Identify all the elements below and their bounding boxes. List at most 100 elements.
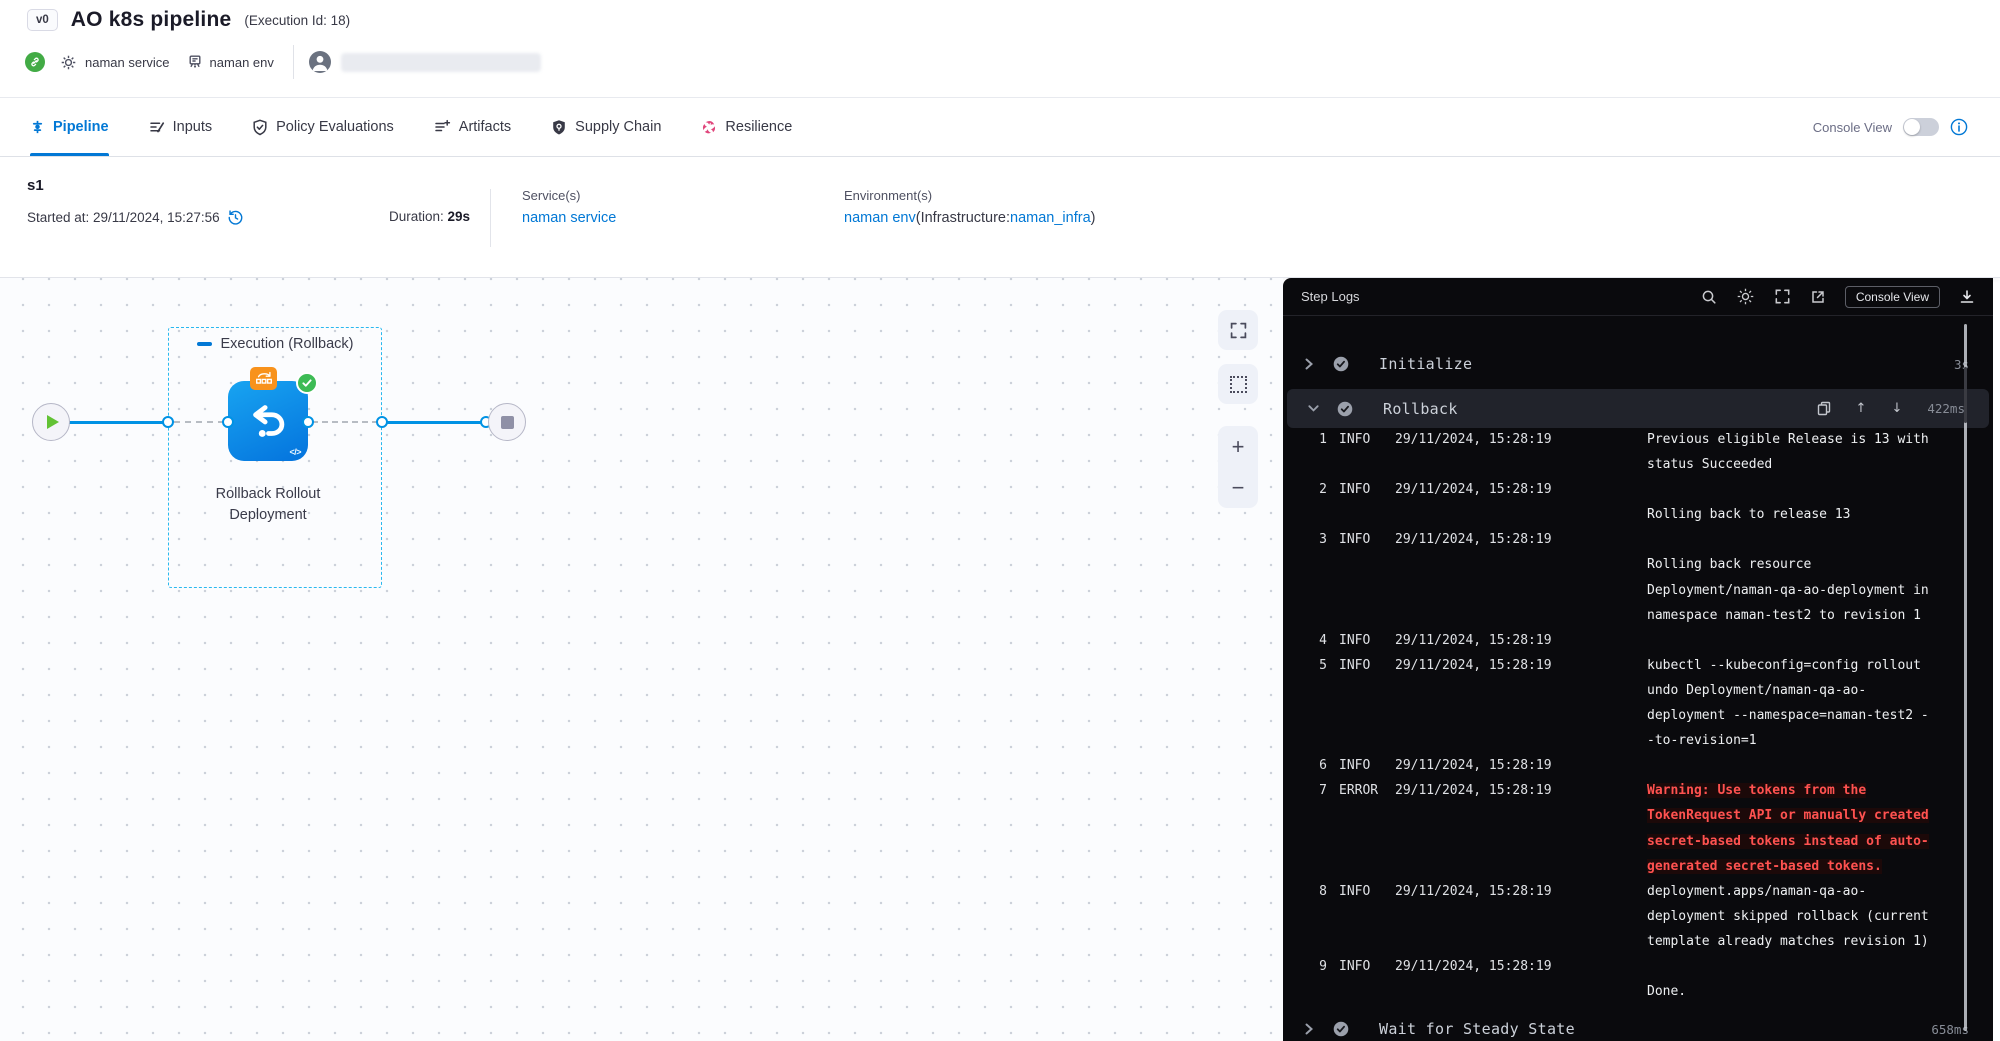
rollback-step-node[interactable]: </> [228, 381, 308, 461]
pipeline-canvas[interactable]: Execution (Rollback) </> Rollbac [0, 278, 1283, 1041]
chevron-right-icon[interactable] [1303, 1022, 1317, 1036]
step-name: Initialize [1379, 355, 1472, 373]
tab-label: Supply Chain [575, 119, 661, 135]
connection-point[interactable] [162, 416, 174, 428]
log-row: 4INFO29/11/2024, 15:28:19 [1283, 633, 1993, 658]
tab-supply-chain[interactable]: Supply Chain [551, 98, 661, 156]
code-glyph: </> [289, 447, 301, 457]
user-avatar-icon [309, 51, 331, 73]
stop-icon [501, 416, 514, 429]
header-environment-name[interactable]: naman env [210, 55, 274, 70]
tab-label: Pipeline [53, 119, 109, 135]
tab-label: Artifacts [459, 119, 511, 135]
pipeline-end-node[interactable] [488, 403, 526, 441]
policy-shield-icon [252, 119, 268, 136]
log-row: Rolling back to release 13 [1283, 507, 1993, 532]
connection-point[interactable] [302, 416, 314, 428]
group-label: Execution (Rollback) [221, 336, 354, 352]
check-circle-icon [1337, 401, 1353, 417]
settings-gear-icon[interactable] [1736, 287, 1755, 306]
tab-label: Inputs [173, 119, 213, 135]
fullscreen-icon [1229, 321, 1248, 340]
log-row: undo Deployment/naman-qa-ao- [1283, 683, 1993, 708]
log-row: 2INFO29/11/2024, 15:28:19 [1283, 482, 1993, 507]
tab-label: Resilience [725, 119, 792, 135]
log-step-wait-for-steady-state[interactable]: Wait for Steady State 658ms [1283, 1009, 1993, 1041]
rollout-badge-icon [250, 367, 277, 390]
log-row: namespace naman-test2 to revision 1 [1283, 608, 1993, 633]
marquee-select-icon [1230, 376, 1247, 393]
canvas-fullscreen-button[interactable] [1218, 310, 1258, 350]
service-link[interactable]: naman service [522, 210, 616, 226]
log-row: generated secret-based tokens. [1283, 859, 1993, 884]
log-panel-header: Step Logs Console View [1283, 278, 1993, 316]
external-link-icon[interactable] [1810, 289, 1826, 305]
log-row: -to-revision=1 [1283, 733, 1993, 758]
header-service-name[interactable]: naman service [85, 55, 170, 70]
group-label-row: Execution (Rollback) [168, 336, 382, 352]
log-row: status Succeeded [1283, 457, 1993, 482]
search-icon[interactable] [1701, 289, 1717, 305]
log-panel-title: Step Logs [1301, 289, 1360, 304]
duration: Duration: 29s [389, 209, 470, 224]
log-step-rollback[interactable]: Rollback ↑ ↓ 422ms [1287, 389, 1989, 428]
history-icon[interactable] [227, 209, 244, 226]
play-icon [47, 415, 59, 429]
log-row: 3INFO29/11/2024, 15:28:19 [1283, 532, 1993, 557]
canvas-zoom-controls: + − [1218, 426, 1258, 508]
stage-summary-bar: s1 Started at: 29/11/2024, 15:27:56 Dura… [0, 157, 2000, 278]
log-row: Rolling back resource [1283, 557, 1993, 582]
tab-resilience[interactable]: Resilience [701, 98, 792, 156]
log-row: secret-based tokens instead of auto- [1283, 834, 1993, 859]
pipeline-link-icon [25, 52, 45, 72]
tab-inputs[interactable]: Inputs [149, 98, 213, 156]
tab-label: Policy Evaluations [276, 119, 394, 135]
console-view-label: Console View [1813, 120, 1892, 135]
log-row: 1INFO29/11/2024, 15:28:19Previous eligib… [1283, 432, 1993, 457]
collapse-group-button[interactable] [197, 342, 212, 346]
console-view-toggle[interactable] [1903, 118, 1939, 136]
pipeline-start-node[interactable] [32, 403, 70, 441]
connection-point[interactable] [376, 416, 388, 428]
zoom-out-button[interactable]: − [1232, 478, 1245, 498]
service-gear-icon [60, 54, 77, 71]
chevron-right-icon[interactable] [1303, 357, 1317, 371]
infrastructure-prefix: (Infrastructure: [916, 210, 1010, 226]
download-icon[interactable] [1959, 289, 1975, 305]
scroll-to-bottom-icon[interactable]: ↓ [1891, 401, 1902, 416]
log-row: template already matches revision 1) [1283, 934, 1993, 959]
console-view-button[interactable]: Console View [1845, 286, 1940, 308]
check-circle-icon [1333, 356, 1349, 372]
log-row: TokenRequest API or manually created [1283, 808, 1993, 833]
environment-icon [187, 54, 203, 70]
tab-pipeline[interactable]: Pipeline [30, 98, 109, 156]
expand-fullscreen-icon[interactable] [1774, 288, 1791, 305]
started-at: Started at: 29/11/2024, 15:27:56 [27, 210, 220, 225]
step-name: Rollback [1383, 400, 1458, 418]
tab-artifacts[interactable]: Artifacts [434, 98, 511, 156]
infrastructure-link[interactable]: naman_infra [1010, 210, 1091, 226]
step-name: Wait for Steady State [1379, 1020, 1575, 1038]
scroll-to-top-icon[interactable]: ↑ [1856, 401, 1867, 416]
connector-line [386, 421, 490, 424]
log-scrollbar-track[interactable] [1964, 324, 1967, 1031]
environments-label: Environment(s) [844, 188, 1095, 203]
tab-policy-evaluations[interactable]: Policy Evaluations [252, 98, 394, 156]
header-divider [293, 45, 294, 79]
log-scrollbar-thumb[interactable] [1964, 367, 1967, 423]
pipeline-icon [30, 119, 45, 135]
resilience-icon [701, 119, 717, 135]
log-step-initialize[interactable]: Initialize 3s [1283, 344, 1993, 384]
chevron-down-icon[interactable] [1307, 402, 1321, 415]
page-title: AO k8s pipeline [71, 8, 232, 32]
canvas-select-button[interactable] [1218, 364, 1258, 404]
info-icon[interactable] [1950, 118, 1968, 136]
log-row: 8INFO29/11/2024, 15:28:19deployment.apps… [1283, 884, 1993, 909]
success-check-icon [296, 372, 318, 394]
step-duration: 422ms [1927, 401, 1965, 416]
environment-link[interactable]: naman env [844, 210, 916, 226]
log-row: 6INFO29/11/2024, 15:28:19 [1283, 758, 1993, 783]
copy-icon[interactable] [1817, 401, 1831, 416]
zoom-in-button[interactable]: + [1232, 437, 1245, 457]
connection-point[interactable] [222, 416, 234, 428]
